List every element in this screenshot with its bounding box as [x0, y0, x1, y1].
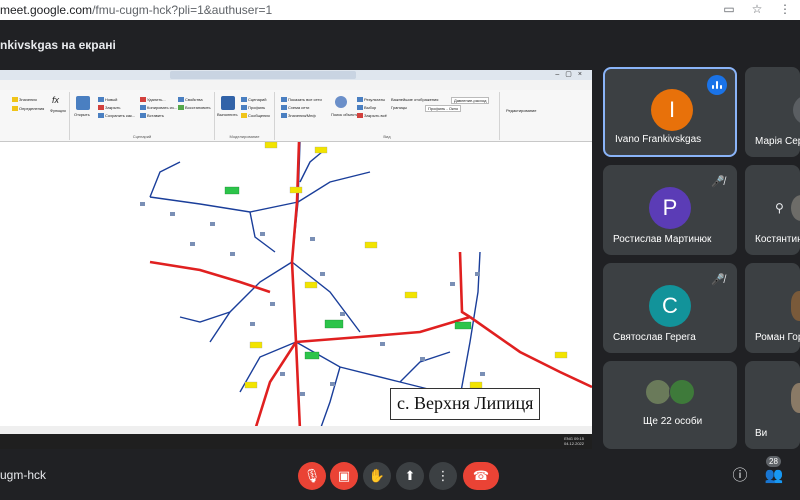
participant-name: Костянтин [755, 234, 800, 245]
participant-name: Ivano Frankivskgas [615, 134, 702, 145]
app-ribbon: Значения Определения fx Функция Открыть … [0, 90, 592, 142]
participant-name: Святослав Герега [613, 332, 696, 343]
camera-toggle-button[interactable]: ▣ [330, 462, 358, 490]
participant-tile-svyatoslav[interactable]: C 🎤̸ Святослав Герега [603, 263, 737, 353]
avatar [791, 195, 800, 221]
taskbar-clock: ENG 09:15 04.12.2022 [563, 436, 584, 446]
avatar [793, 95, 800, 125]
avatar: P [649, 187, 691, 229]
mic-off-icon: 🎤̸ [711, 176, 725, 188]
participant-tile-roman[interactable]: Роман Гор [745, 263, 800, 353]
village-label: с. Верхня Липиця [390, 388, 540, 420]
bookmark-star-icon[interactable]: ☆ [750, 2, 764, 16]
people-icon[interactable]: 👥 [764, 466, 784, 486]
present-screen-button[interactable]: ⬆ [396, 462, 424, 490]
gas-network-map[interactable] [0, 142, 592, 430]
avatar [791, 383, 800, 413]
meeting-code: ugm-hck [0, 468, 47, 482]
leave-call-button[interactable]: ☎ [463, 462, 499, 490]
shared-screen: –▢× Значения Определения fx Функция Откр… [0, 70, 592, 449]
raise-hand-button[interactable]: ✋ [363, 462, 391, 490]
browser-address-bar[interactable]: meet.google.com/fmu-cugm-hck?pli=1&authu… [0, 0, 800, 20]
meeting-info-icon[interactable]: ⓘ [730, 466, 750, 486]
app-titlebar: –▢× [0, 70, 592, 80]
meet-controls-bar: ugm-hck 🎙 ▣ ✋ ⬆ ⋮ ☎ ⓘ 👥 28 [0, 452, 800, 500]
participant-name: Ще 22 особи [643, 416, 703, 427]
meet-header: nkivskgas на екрані [0, 20, 800, 68]
avatar [791, 291, 800, 321]
avatar [645, 379, 671, 405]
windows-taskbar: ENG 09:15 04.12.2022 [0, 434, 592, 449]
url-text[interactable]: meet.google.com/fmu-cugm-hck?pli=1&authu… [0, 3, 272, 17]
browser-menu-icon[interactable]: ⋮ [778, 2, 792, 16]
participant-name: Ростислав Мартинюк [613, 234, 712, 245]
avatar: C [649, 285, 691, 327]
participant-name: Роман Гор [755, 332, 800, 343]
mic-toggle-button[interactable]: 🎙 [298, 462, 326, 490]
avatar: I [651, 89, 693, 131]
speaking-indicator-icon [707, 75, 727, 95]
participant-tile-kostyantyn[interactable]: ⚲ Костянтин [745, 165, 800, 255]
participant-tile-self[interactable]: Ви [745, 361, 800, 449]
presenting-label: nkivskgas на екрані [0, 38, 116, 52]
participants-count-badge: 28 [766, 456, 781, 467]
more-options-button[interactable]: ⋮ [429, 462, 457, 490]
pin-icon[interactable]: ⚲ [775, 201, 784, 215]
participant-name: Марія Сер [755, 136, 800, 147]
participant-tile-ivano[interactable]: I Ivano Frankivskgas [603, 67, 737, 157]
participant-name: Ви [755, 428, 768, 439]
participant-tile-rostyslav[interactable]: P 🎤̸ Ростислав Мартинюк [603, 165, 737, 255]
cast-icon[interactable]: ▭ [722, 2, 736, 16]
mic-off-icon: 🎤̸ [711, 274, 725, 286]
participant-tile-mariya[interactable]: Марія Сер [745, 67, 800, 157]
avatar [669, 379, 695, 405]
app-statusbar [0, 426, 592, 434]
app-ribbon-tabs [0, 80, 592, 90]
participant-tile-others[interactable]: Ще 22 особи [603, 361, 737, 449]
